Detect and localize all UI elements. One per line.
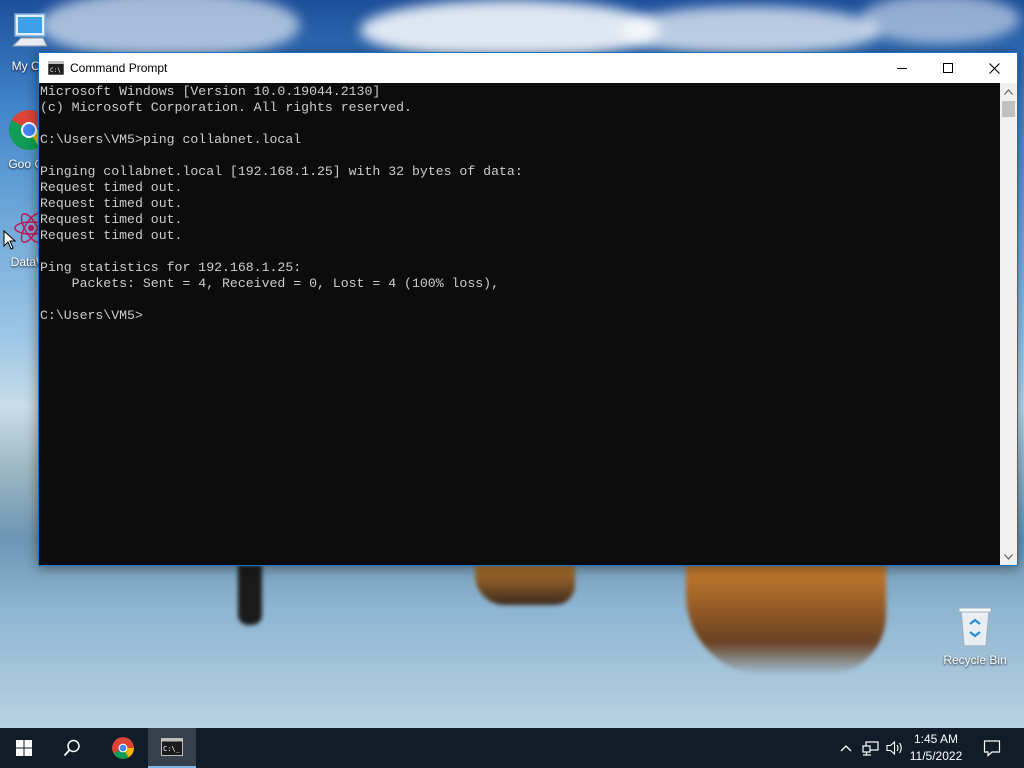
- console-output[interactable]: Microsoft Windows [Version 10.0.19044.21…: [39, 83, 1000, 565]
- chevron-up-icon: [1004, 88, 1013, 95]
- network-button[interactable]: [860, 728, 882, 768]
- svg-text:C:\_: C:\_: [163, 745, 181, 753]
- command-prompt-window[interactable]: C:\ Command Prompt Microsoft Windows [Ve…: [38, 52, 1018, 566]
- computer-icon: [11, 13, 48, 47]
- chevron-up-icon: [840, 745, 852, 752]
- clock-time: 1:45 AM: [913, 732, 959, 746]
- scroll-up-button[interactable]: [1000, 83, 1017, 100]
- rock-reflection: [475, 565, 575, 605]
- minimize-button[interactable]: [879, 53, 925, 83]
- close-button[interactable]: [971, 53, 1017, 83]
- volume-button[interactable]: [884, 728, 906, 768]
- chrome-icon: [112, 737, 134, 759]
- recycle-bin-icon: [958, 607, 992, 647]
- window-titlebar[interactable]: C:\ Command Prompt: [39, 53, 1017, 83]
- minimize-icon: [897, 68, 907, 69]
- close-icon: [988, 62, 1000, 74]
- taskbar-chrome-button[interactable]: [98, 728, 148, 768]
- search-button[interactable]: [48, 728, 96, 768]
- cmd-icon: C:\_: [161, 738, 183, 756]
- person-reflection: [238, 565, 262, 625]
- action-center-button[interactable]: [976, 728, 1008, 768]
- chevron-down-icon: [1004, 553, 1013, 560]
- console-text: Microsoft Windows [Version 10.0.19044.21…: [40, 84, 523, 323]
- volume-icon: [886, 740, 902, 756]
- svg-text:C:\: C:\: [50, 67, 61, 74]
- network-icon: [862, 741, 879, 756]
- taskbar: C:\_ 1:45 AM 11/5/2022: [0, 728, 1024, 768]
- start-button[interactable]: [0, 728, 48, 768]
- scroll-down-button[interactable]: [1000, 548, 1017, 565]
- maximize-icon: [943, 63, 953, 73]
- clock-date: 11/5/2022: [909, 749, 963, 763]
- desktop-icon-recycle-bin[interactable]: Recycle Bin: [938, 602, 1012, 667]
- mouse-cursor-icon: [3, 230, 17, 250]
- scrollbar-thumb[interactable]: [1002, 101, 1015, 117]
- action-center-icon: [983, 740, 1001, 757]
- rock-reflection: [686, 565, 886, 675]
- maximize-button[interactable]: [925, 53, 971, 83]
- vertical-scrollbar[interactable]: [1000, 83, 1017, 565]
- taskbar-cmd-button[interactable]: C:\_: [148, 728, 196, 768]
- taskbar-clock[interactable]: 1:45 AM 11/5/2022: [906, 731, 966, 765]
- cmd-icon: C:\: [48, 61, 64, 75]
- desktop-icon-label: Recycle Bin: [943, 653, 1007, 667]
- search-icon: [63, 739, 80, 757]
- start-windows-icon: [16, 740, 32, 756]
- window-title: Command Prompt: [70, 61, 168, 75]
- show-hidden-icons-button[interactable]: [836, 728, 856, 768]
